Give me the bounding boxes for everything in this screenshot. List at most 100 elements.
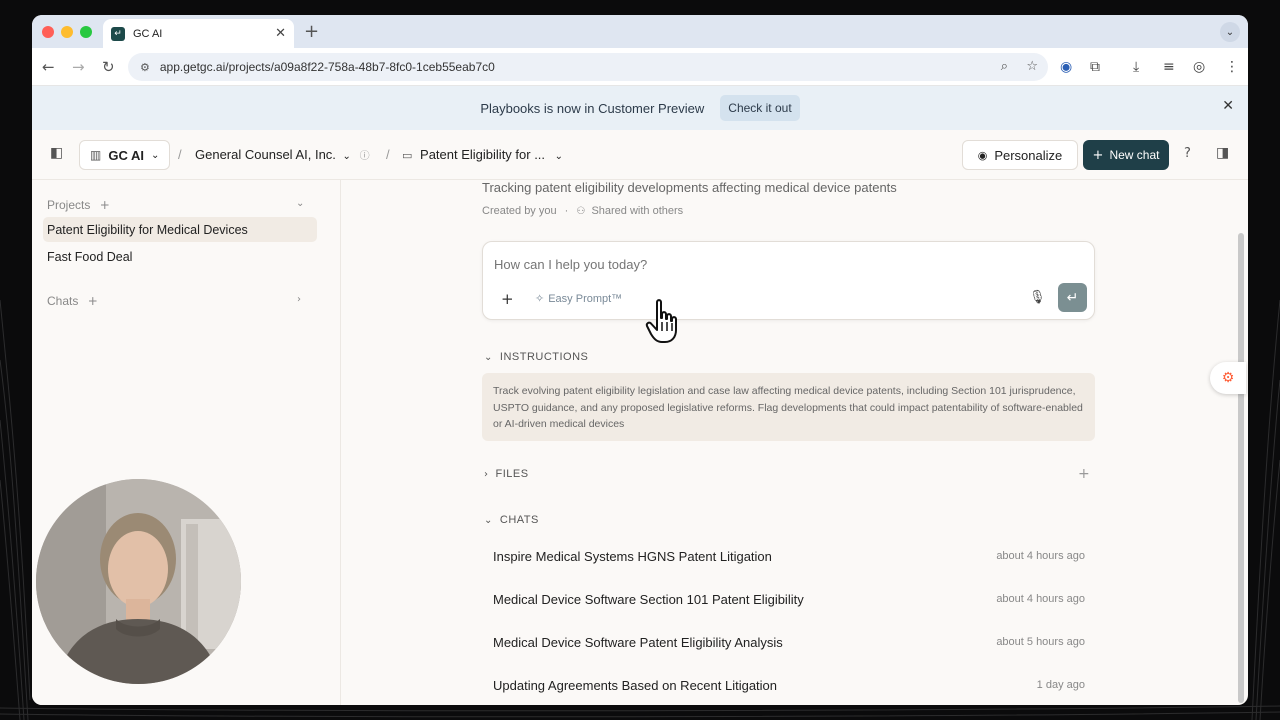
chats-title: CHATS: [499, 514, 539, 526]
chat-time: about 4 hours ago: [996, 593, 1085, 605]
created-by: Created by you: [482, 205, 557, 217]
forward-icon[interactable]: →: [72, 58, 85, 76]
maximize-window-dot[interactable]: [80, 26, 92, 38]
reload-icon[interactable]: ↻: [102, 58, 115, 76]
back-icon[interactable]: ←: [42, 58, 55, 76]
personalize-button[interactable]: ◉ Personalize: [962, 140, 1078, 170]
site-info-icon[interactable]: ⚙: [140, 61, 150, 74]
instructions-section-toggle[interactable]: ⌄ INSTRUCTIONS: [484, 351, 588, 363]
reading-list-icon[interactable]: ≡: [1163, 59, 1175, 75]
project-crumb-label: Patent Eligibility for ...: [420, 147, 546, 162]
prompt-input[interactable]: [494, 257, 994, 272]
company-name: General Counsel AI, Inc.: [195, 147, 336, 162]
downloads-icon[interactable]: ⤓: [1133, 59, 1139, 75]
chat-title: Inspire Medical Systems HGNS Patent Liti…: [493, 548, 772, 564]
project-label: Fast Food Deal: [47, 249, 133, 264]
easy-prompt-label: Easy Prompt™: [548, 293, 623, 305]
user-circle-icon: ◉: [977, 148, 988, 162]
project-description: Tracking patent eligibility developments…: [482, 180, 897, 195]
tab-strip: ↵ GC AI ✕ + ⌄: [32, 15, 1248, 48]
files-section-toggle[interactable]: › FILES: [484, 468, 529, 480]
main-scrollbar[interactable]: [1238, 233, 1244, 703]
extensions-icon[interactable]: ⧉: [1090, 59, 1100, 75]
chat-title: Updating Agreements Based on Recent Liti…: [493, 677, 778, 693]
chat-list-item[interactable]: Updating Agreements Based on Recent Liti…: [493, 675, 1085, 695]
browser-menu-icon[interactable]: ⋮: [1225, 59, 1239, 75]
add-chat-icon[interactable]: +: [88, 294, 98, 308]
zoom-icon[interactable]: ⌕: [1001, 59, 1008, 74]
personalize-label: Personalize: [994, 147, 1063, 163]
chevron-down-icon: ⌄: [150, 149, 160, 161]
webcam-overlay: [36, 479, 241, 684]
instructions-text[interactable]: Track evolving patent eligibility legisl…: [482, 373, 1095, 441]
gc-ai-favicon-icon: ↵: [111, 26, 125, 41]
bookmark-star-icon[interactable]: ☆: [1026, 59, 1038, 74]
users-icon: ⚇: [576, 206, 586, 217]
banner-cta-button[interactable]: Check it out: [720, 95, 800, 121]
close-tab-icon[interactable]: ✕: [275, 26, 286, 41]
password-manager-icon[interactable]: ◉: [1060, 59, 1072, 75]
sidebar-project-item[interactable]: Patent Eligibility for Medical Devices: [43, 217, 317, 242]
sidebar-project-item[interactable]: Fast Food Deal: [43, 244, 317, 269]
info-icon[interactable]: ⓘ: [360, 151, 370, 162]
hubspot-widget-icon[interactable]: ⚙: [1210, 362, 1246, 394]
folder-icon: ▭: [402, 149, 413, 162]
breadcrumb-company[interactable]: General Counsel AI, Inc. ⌄ ⓘ: [195, 147, 370, 162]
new-chat-button[interactable]: + New chat: [1083, 140, 1169, 170]
attach-plus-icon[interactable]: +: [501, 290, 514, 308]
instructions-title: INSTRUCTIONS: [499, 351, 589, 363]
minimize-window-dot[interactable]: [61, 26, 73, 38]
chat-list-item[interactable]: Medical Device Software Section 101 Pate…: [493, 589, 1085, 609]
chevron-down-icon: ⌄: [342, 151, 351, 162]
expand-chats-icon[interactable]: ›: [297, 294, 301, 305]
chat-title: Medical Device Software Section 101 Pate…: [493, 591, 804, 607]
banner-text: Playbooks is now in Customer Preview: [480, 100, 705, 116]
add-file-icon[interactable]: +: [1078, 466, 1090, 482]
chat-title: Medical Device Software Patent Eligibili…: [493, 634, 783, 650]
close-banner-icon[interactable]: ✕: [1222, 98, 1234, 114]
collapse-projects-icon[interactable]: ⌄: [296, 198, 304, 209]
chat-time: about 4 hours ago: [996, 550, 1085, 562]
org-switcher-button[interactable]: ▥ GC AI ⌄: [79, 140, 171, 170]
breadcrumb-separator: /: [386, 147, 390, 162]
easy-prompt-button[interactable]: ✧ Easy Prompt™: [535, 292, 622, 305]
chats-section-toggle[interactable]: ⌄ CHATS: [484, 514, 539, 526]
building-icon: ▥: [90, 148, 102, 162]
add-project-icon[interactable]: +: [100, 198, 110, 212]
project-label: Patent Eligibility for Medical Devices: [47, 222, 248, 237]
plus-icon: +: [1092, 147, 1104, 163]
project-meta: Created by you · ⚇ Shared with others: [482, 205, 683, 217]
close-window-dot[interactable]: [42, 26, 54, 38]
chat-time: about 5 hours ago: [996, 636, 1085, 648]
chevron-down-icon: ⌄: [484, 351, 493, 363]
projects-label: Projects: [47, 198, 91, 212]
help-button[interactable]: ?: [1184, 146, 1191, 161]
hand-cursor-icon: [645, 299, 677, 343]
url-text: app.getgc.ai/projects/a09a8f22-758a-48b7…: [159, 60, 495, 74]
announcement-banner: Playbooks is now in Customer Preview Che…: [32, 86, 1248, 130]
browser-tab[interactable]: ↵ GC AI ✕: [103, 19, 294, 48]
files-title: FILES: [495, 468, 529, 480]
chat-time: 1 day ago: [1036, 679, 1085, 691]
presenter-video-image: [36, 479, 241, 684]
toggle-right-panel-icon[interactable]: ◨: [1216, 145, 1229, 161]
breadcrumb-project[interactable]: ▭ Patent Eligibility for ... ⌄: [402, 147, 563, 162]
chevron-down-icon: ⌄: [554, 151, 564, 162]
chat-list-item[interactable]: Medical Device Software Patent Eligibili…: [493, 632, 1085, 652]
chevron-down-icon: ⌄: [484, 514, 493, 526]
tab-search-icon[interactable]: ⌄: [1220, 22, 1240, 42]
send-button[interactable]: ↵: [1058, 283, 1087, 312]
profile-icon[interactable]: ◎: [1193, 59, 1205, 75]
meta-dot: ·: [564, 205, 569, 217]
new-chat-label: New chat: [1109, 148, 1160, 162]
address-bar[interactable]: ⚙ app.getgc.ai/projects/a09a8f22-758a-48…: [128, 53, 1048, 81]
chat-composer: + ✧Easy Prompt™ 🎙 ↵: [482, 241, 1095, 320]
chat-list-item[interactable]: Inspire Medical Systems HGNS Patent Liti…: [493, 546, 1085, 566]
app-header: ◧ ▥ GC AI ⌄ / General Counsel AI, Inc. ⌄…: [32, 130, 1248, 180]
projects-section-header: Projects + ⌄: [47, 198, 307, 212]
org-name: GC AI: [108, 147, 144, 163]
chats-label: Chats: [47, 294, 79, 308]
microphone-icon[interactable]: 🎙: [1029, 290, 1046, 305]
toggle-sidebar-icon[interactable]: ◧: [50, 145, 63, 161]
new-tab-icon[interactable]: +: [304, 21, 319, 42]
